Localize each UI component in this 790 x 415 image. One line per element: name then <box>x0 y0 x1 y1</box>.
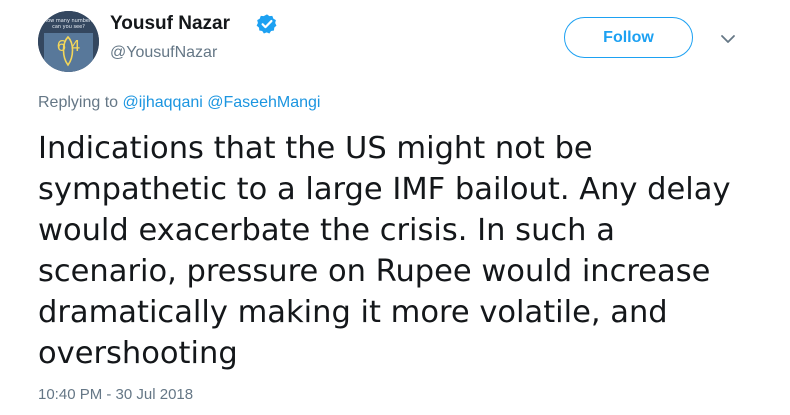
chevron-down-icon[interactable] <box>719 30 737 48</box>
mention-link[interactable]: @FaseehMangi <box>207 94 320 111</box>
tweet-text: Indications that the US might not be sym… <box>38 128 778 374</box>
tweet-text-line: scenario, pressure on Rupee would increa… <box>38 254 711 289</box>
avatar-digits: 6 4 <box>57 37 81 55</box>
display-name[interactable]: Yousuf Nazar <box>110 13 230 35</box>
avatar-caption-2: can you see? <box>52 24 85 30</box>
tweet-timestamp[interactable]: 10:40 PM - 30 Jul 2018 <box>38 386 193 403</box>
avatar[interactable]: How many numbers can you see? 6 4 <box>38 11 99 72</box>
tweet-text-line: Indications that the US might not be <box>38 131 593 166</box>
mention-link[interactable]: @ijhaqqani <box>123 94 203 111</box>
tweet-text-line: overshooting <box>38 336 238 371</box>
replying-to: Replying to @ijhaqqani @FaseehMangi <box>38 94 320 112</box>
follow-button[interactable]: Follow <box>564 17 693 58</box>
tweet-text-line: sympathetic to a large IMF bailout. Any … <box>38 172 731 207</box>
replying-to-label: Replying to <box>38 94 119 111</box>
tweet-text-line: dramatically making it more volatile, an… <box>38 295 668 330</box>
verified-badge-icon <box>256 14 277 34</box>
tweet-text-line: would exacerbate the crisis. In such a <box>38 213 615 248</box>
avatar-image: How many numbers can you see? 6 4 <box>38 11 99 72</box>
user-handle[interactable]: @YousufNazar <box>110 44 217 62</box>
tweet-card: How many numbers can you see? 6 4 Yousuf… <box>0 0 790 415</box>
